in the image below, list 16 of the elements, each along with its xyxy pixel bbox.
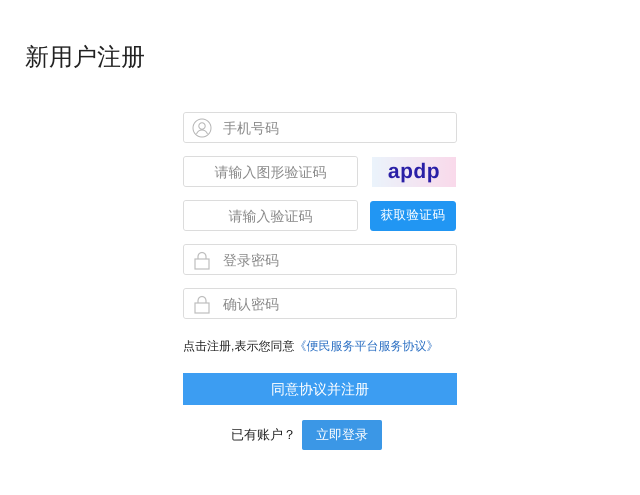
get-code-button[interactable]: 获取验证码 — [370, 200, 456, 230]
input-field[interactable]: 登录密码 — [183, 244, 457, 275]
input-field[interactable]: 手机号码 — [183, 112, 457, 143]
login-prompt: 已有账户？ — [231, 426, 296, 444]
input-field[interactable]: 请输入验证码 — [183, 200, 358, 231]
input-field[interactable]: 请输入图形验证码 — [183, 156, 358, 187]
user-icon — [192, 118, 212, 138]
register-button[interactable]: 同意协议并注册 — [183, 373, 457, 405]
input-field[interactable]: 确认密码 — [183, 288, 457, 319]
page-title: 新用户注册 — [24, 43, 146, 73]
agreement-link[interactable]: 《便民服务平台服务协议》 — [294, 339, 438, 353]
lock-icon — [192, 250, 212, 270]
login-button[interactable]: 立即登录 — [302, 420, 382, 450]
agreement-text: 点击注册,表示您同意《便民服务平台服务协议》 — [183, 338, 440, 355]
lock-icon — [192, 294, 212, 314]
captcha-image[interactable]: apdp — [372, 156, 456, 186]
